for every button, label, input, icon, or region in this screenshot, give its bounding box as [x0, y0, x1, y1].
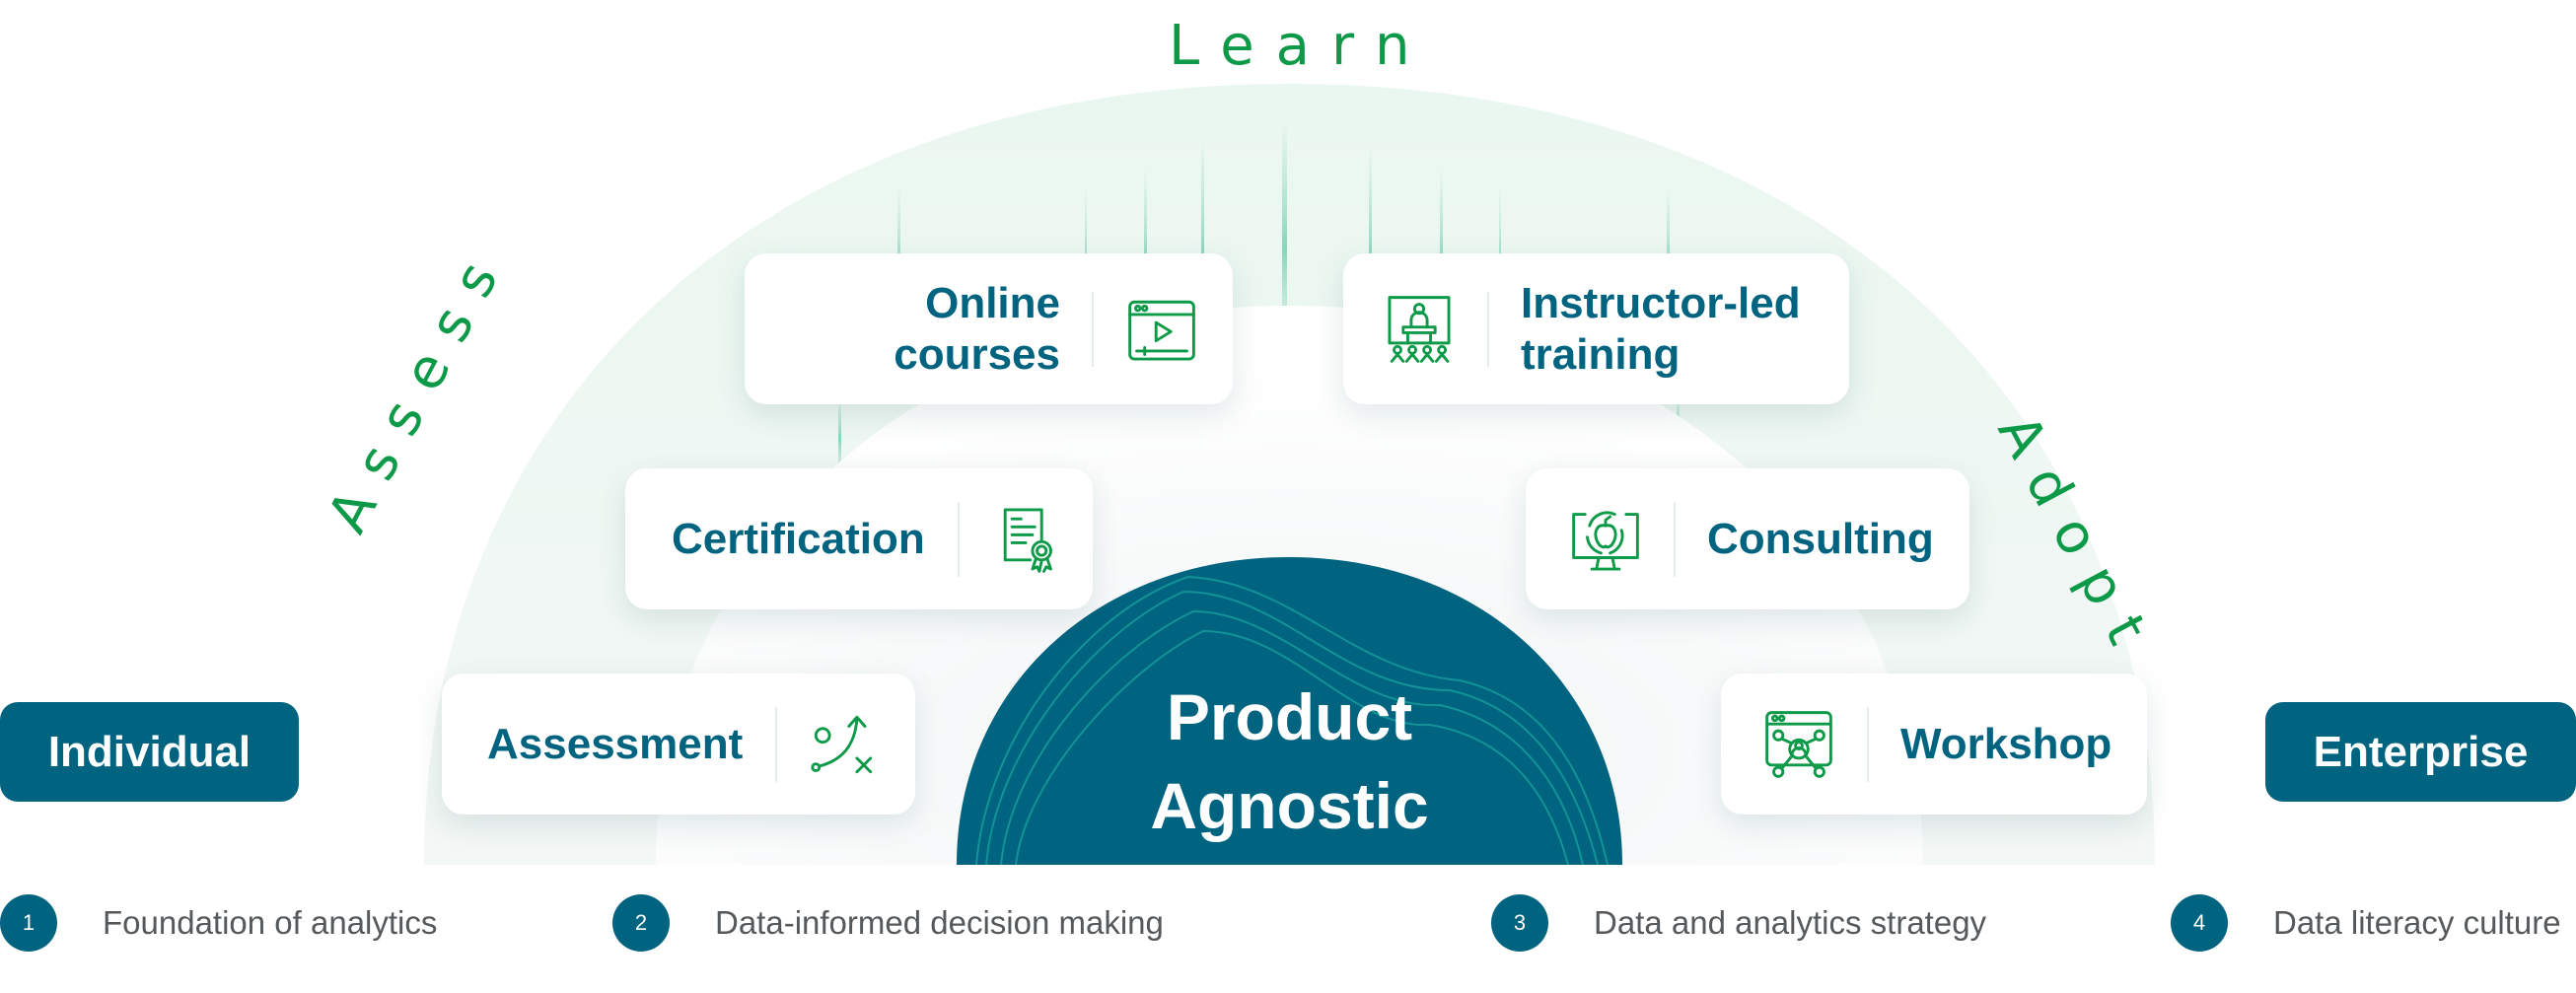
card-consulting[interactable]: Consulting — [1526, 468, 1969, 609]
card-online-courses[interactable]: Online courses — [745, 253, 1233, 404]
card-certification-label: Certification — [672, 514, 925, 563]
step-2: 2 Data-informed decision making — [612, 894, 1164, 952]
step-label: Data-informed decision making — [715, 904, 1164, 941]
step-3: 3 Data and analytics strategy — [1491, 894, 1986, 952]
divider — [1674, 501, 1676, 577]
card-workshop[interactable]: Workshop — [1721, 674, 2147, 815]
divider — [1867, 706, 1869, 782]
card-assessment-label: Assessment — [487, 719, 744, 768]
card-consulting-label: Consulting — [1707, 514, 1934, 563]
center-title: Product Agnostic — [957, 673, 1622, 850]
certificate-icon — [987, 501, 1064, 578]
video-player-icon — [1123, 291, 1200, 368]
card-instructor-led-training[interactable]: Instructor-led training — [1343, 253, 1849, 404]
monitor-cycle-icon — [1567, 501, 1644, 578]
strategy-play-icon — [805, 706, 882, 783]
divider — [957, 501, 960, 577]
step-number-badge: 2 — [612, 894, 670, 952]
card-online-courses-label: Online courses — [894, 278, 1060, 379]
enterprise-pill[interactable]: Enterprise — [2265, 702, 2576, 802]
browser-network-icon — [1760, 706, 1837, 783]
divider — [1487, 291, 1489, 367]
step-number-badge: 1 — [0, 894, 57, 952]
step-number-badge: 3 — [1491, 894, 1548, 952]
card-workshop-label: Workshop — [1900, 719, 2112, 768]
card-assessment[interactable]: Assessment — [442, 674, 915, 815]
presenter-audience-icon — [1381, 291, 1458, 368]
step-4: 4 Data literacy culture — [2171, 894, 2561, 952]
divider — [1092, 291, 1094, 367]
divider — [775, 706, 778, 782]
step-label: Data literacy culture — [2273, 904, 2561, 941]
step-1: 1 Foundation of analytics — [0, 894, 437, 952]
card-instructor-led-training-label: Instructor-led training — [1521, 278, 1801, 379]
step-number-badge: 4 — [2171, 894, 2228, 952]
center-title-line2: Agnostic — [1150, 769, 1429, 842]
step-label: Foundation of analytics — [103, 904, 438, 941]
center-title-line1: Product — [1166, 680, 1413, 753]
card-certification[interactable]: Certification — [625, 468, 1093, 609]
individual-pill[interactable]: Individual — [0, 702, 299, 802]
step-label: Data and analytics strategy — [1594, 904, 1987, 941]
arc-label-learn: Learn — [1169, 14, 1432, 78]
